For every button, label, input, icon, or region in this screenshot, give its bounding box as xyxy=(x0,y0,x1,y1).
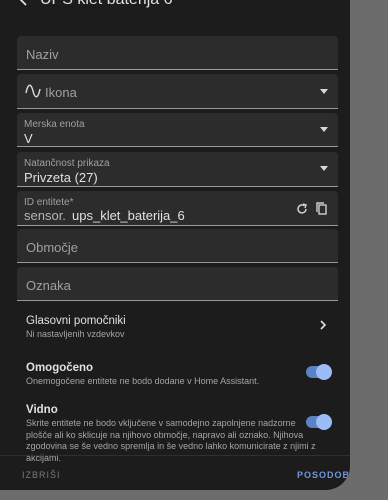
visible-subtitle: Skrite entitete ne bodo vključene v samo… xyxy=(26,418,316,463)
visible-toggle[interactable] xyxy=(306,414,332,430)
visible-title: Vidno xyxy=(26,404,58,416)
unit-label: Merska enota xyxy=(24,119,85,130)
icon-placeholder: Ikona xyxy=(45,85,77,100)
chevron-down-icon xyxy=(320,89,328,94)
dialog-title: UPS klet baterija 6 xyxy=(40,0,173,9)
visible-row: Vidno Skrite entitete ne bodo vključene … xyxy=(0,400,350,463)
delete-button[interactable]: IZBRIŠI xyxy=(22,470,61,480)
label-field[interactable]: Oznaka xyxy=(17,267,338,301)
name-placeholder: Naziv xyxy=(26,47,59,62)
entity-id-value: ups_klet_baterija_6 xyxy=(72,208,185,223)
area-placeholder: Območje xyxy=(26,240,79,255)
entity-id-label: ID entitete* xyxy=(24,197,74,208)
chevron-down-icon xyxy=(320,166,328,171)
toggle-knob xyxy=(316,364,332,380)
unit-value: V xyxy=(24,131,33,146)
toggle-knob xyxy=(316,414,332,430)
unit-select[interactable]: Merska enota V xyxy=(17,113,338,147)
enabled-title: Omogočeno xyxy=(26,362,94,374)
precision-select[interactable]: Natančnost prikaza Privzeta (27) xyxy=(17,152,338,187)
copy-icon xyxy=(316,202,327,215)
entity-id-prefix: sensor. xyxy=(24,208,66,223)
icon-field[interactable]: Ikona xyxy=(17,74,338,109)
reset-icon xyxy=(297,203,307,214)
sine-wave-icon xyxy=(25,84,41,98)
chevron-right-icon xyxy=(320,320,327,330)
area-field[interactable]: Območje xyxy=(17,229,338,263)
enabled-toggle[interactable] xyxy=(306,364,332,380)
voice-assistants-title: Glasovni pomočniki xyxy=(26,315,126,327)
footer-divider xyxy=(0,455,350,456)
voice-assistants-subtitle: Ni nastavljenih vzdevkov xyxy=(26,329,125,339)
precision-label: Natančnost prikaza xyxy=(24,158,110,169)
dialog-header: UPS klet baterija 6 xyxy=(0,0,350,20)
copy-entity-id-button[interactable] xyxy=(314,201,330,217)
label-placeholder: Oznaka xyxy=(26,278,71,293)
reset-entity-id-button[interactable] xyxy=(294,201,310,217)
name-field[interactable]: Naziv xyxy=(17,36,338,70)
entity-id-field[interactable]: ID entitete* sensor. ups_klet_baterija_6 xyxy=(17,191,338,226)
arrow-left-icon xyxy=(19,0,27,6)
chevron-down-icon xyxy=(320,127,328,132)
enabled-row: Omogočeno Onemogočene entitete ne bodo d… xyxy=(0,356,350,390)
voice-assistants-row[interactable]: Glasovni pomočniki Ni nastavljenih vzdev… xyxy=(0,308,350,342)
enabled-subtitle: Onemogočene entitete ne bodo dodane v Ho… xyxy=(26,376,260,386)
entity-settings-dialog: UPS klet baterija 6 Naziv Ikona Merska e… xyxy=(0,0,350,490)
back-button[interactable] xyxy=(14,0,34,10)
update-button[interactable]: POSODOBI xyxy=(297,470,350,480)
precision-value: Privzeta (27) xyxy=(24,170,98,185)
